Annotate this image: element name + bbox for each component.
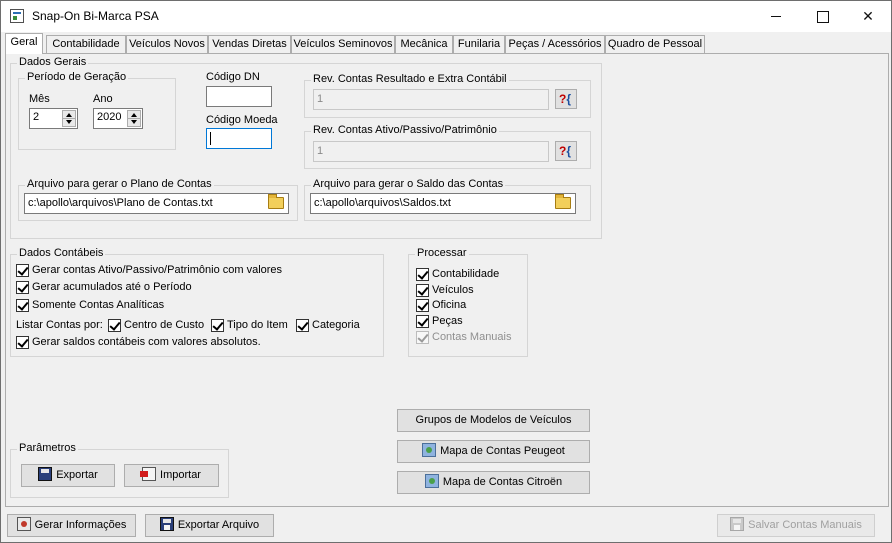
chk-tipo-item[interactable]: Tipo do Item [211, 318, 295, 333]
floppy-disk-icon [159, 517, 174, 532]
help-lookup-icon: ?{ [559, 144, 572, 158]
maximize-button[interactable] [799, 1, 845, 32]
checkbox-checked-icon[interactable] [108, 319, 121, 332]
rev-ativo-help-button[interactable]: ?{ [555, 141, 577, 161]
chk-acumulados[interactable]: Gerar acumulados até o Período [16, 280, 216, 295]
plano-contas-browse-button[interactable] [266, 194, 287, 212]
checkbox-checked-icon[interactable] [16, 299, 29, 312]
spin-up-icon[interactable] [128, 111, 140, 119]
ano-label: Ano [93, 93, 113, 105]
window-title: Snap-On Bi-Marca PSA [32, 9, 159, 23]
generate-icon [16, 517, 31, 532]
map-icon [424, 474, 439, 489]
saldo-contas-title: Arquivo para gerar o Saldo das Contas [311, 178, 506, 190]
ano-value: 2020 [97, 111, 122, 123]
checkbox-checked-icon[interactable] [16, 336, 29, 349]
minimize-button[interactable] [753, 1, 799, 32]
spin-up-icon[interactable] [63, 111, 75, 119]
chk-categoria[interactable]: Categoria [296, 318, 366, 333]
chk-ativo-passivo[interactable]: Gerar contas Ativo/Passivo/Patrimônio co… [16, 263, 286, 278]
import-icon [140, 467, 157, 482]
app-icon [10, 9, 24, 23]
chk-analiticas[interactable]: Somente Contas Analíticas [16, 298, 186, 313]
checkbox-checked-icon [416, 331, 429, 344]
codigo-moeda-label: Código Moeda [206, 114, 278, 126]
title-bar[interactable]: Snap-On Bi-Marca PSA ✕ [1, 1, 891, 32]
tab-mecanica[interactable]: Mecânica [395, 35, 453, 54]
exportar-arquivo-button[interactable]: Exportar Arquivo [145, 514, 274, 537]
codigo-moeda-input[interactable] [206, 128, 272, 149]
checkbox-checked-icon[interactable] [416, 299, 429, 312]
rev-ativo-input[interactable]: 1 [313, 141, 549, 162]
chk-proc-veiculos[interactable]: Veículos [416, 283, 506, 298]
saldo-contas-input[interactable]: c:\apollo\arquivos\Saldos.txt [310, 193, 576, 214]
tab-geral[interactable]: Geral [5, 33, 43, 54]
tab-veiculos-novos[interactable]: Veículos Novos [126, 35, 208, 54]
checkbox-checked-icon[interactable] [296, 319, 309, 332]
importar-parametros-button[interactable]: Importar [124, 464, 219, 487]
checkbox-checked-icon[interactable] [16, 264, 29, 277]
exportar-parametros-button[interactable]: Exportar [21, 464, 115, 487]
spin-down-icon[interactable] [128, 119, 140, 127]
periodo-title: Período de Geração [25, 71, 129, 83]
chk-proc-pecas[interactable]: Peças [416, 314, 506, 329]
save-export-icon [38, 467, 53, 482]
tab-funilaria[interactable]: Funilaria [453, 35, 505, 54]
parametros-title: Parâmetros [17, 442, 78, 454]
chk-proc-oficina[interactable]: Oficina [416, 298, 506, 313]
tab-contabilidade[interactable]: Contabilidade [46, 35, 126, 54]
close-button[interactable]: ✕ [845, 1, 891, 32]
checkbox-checked-icon[interactable] [16, 281, 29, 294]
map-icon [422, 443, 437, 458]
folder-open-icon [268, 194, 284, 209]
mapa-citroen-button[interactable]: Mapa de Contas Citroën [397, 471, 590, 494]
tab-veiculos-seminovos[interactable]: Veículos Seminovos [291, 35, 395, 54]
ano-spin-buttons[interactable] [127, 110, 141, 127]
chk-proc-contabilidade[interactable]: Contabilidade [416, 267, 506, 282]
rev-resultado-title: Rev. Contas Resultado e Extra Contábil [311, 73, 509, 85]
listar-contas-label: Listar Contas por: [16, 319, 103, 331]
saldo-contas-browse-button[interactable] [553, 194, 574, 212]
mes-value: 2 [33, 111, 40, 123]
rev-resultado-input[interactable]: 1 [313, 89, 549, 110]
codigo-dn-label: Código DN [206, 71, 260, 83]
chk-proc-contas-manuais: Contas Manuais [416, 330, 516, 345]
chk-centro-custo[interactable]: Centro de Custo [108, 318, 208, 333]
help-lookup-icon: ?{ [559, 92, 572, 106]
gerar-informacoes-button[interactable]: Gerar Informações [7, 514, 136, 537]
tab-vendas-diretas[interactable]: Vendas Diretas [208, 35, 291, 54]
mes-spin-buttons[interactable] [62, 110, 76, 127]
folder-open-icon [555, 194, 571, 209]
salvar-contas-manuais-button: Salvar Contas Manuais [717, 514, 875, 537]
codigo-dn-input[interactable] [206, 86, 272, 107]
mapa-peugeot-button[interactable]: Mapa de Contas Peugeot [397, 440, 590, 463]
rev-ativo-title: Rev. Contas Ativo/Passivo/Patrimônio [311, 124, 499, 136]
checkbox-checked-icon[interactable] [416, 268, 429, 281]
plano-contas-title: Arquivo para gerar o Plano de Contas [25, 178, 214, 190]
floppy-disk-icon [730, 517, 745, 532]
main-window: Snap-On Bi-Marca PSA ✕ Geral Contabilida… [0, 0, 892, 543]
dados-gerais-title: Dados Gerais [17, 56, 89, 68]
mes-label: Mês [29, 93, 50, 105]
rev-resultado-help-button[interactable]: ?{ [555, 89, 577, 109]
ano-spinner[interactable]: 2020 [93, 108, 143, 129]
checkbox-checked-icon[interactable] [211, 319, 224, 332]
mes-spinner[interactable]: 2 [29, 108, 78, 129]
text-caret [210, 131, 211, 145]
spin-down-icon[interactable] [63, 119, 75, 127]
checkbox-checked-icon[interactable] [416, 284, 429, 297]
plano-contas-input[interactable]: c:\apollo\arquivos\Plano de Contas.txt [24, 193, 289, 214]
tab-quadro-pessoal[interactable]: Quadro de Pessoal [605, 35, 705, 54]
checkbox-checked-icon[interactable] [416, 315, 429, 328]
dados-contabeis-title: Dados Contábeis [17, 247, 106, 259]
grupos-modelos-button[interactable]: Grupos de Modelos de Veículos [397, 409, 590, 432]
tab-pecas-acessorios[interactable]: Peças / Acessórios [505, 35, 605, 54]
processar-title: Processar [415, 247, 469, 259]
chk-valores-absolutos[interactable]: Gerar saldos contábeis com valores absol… [16, 335, 266, 350]
